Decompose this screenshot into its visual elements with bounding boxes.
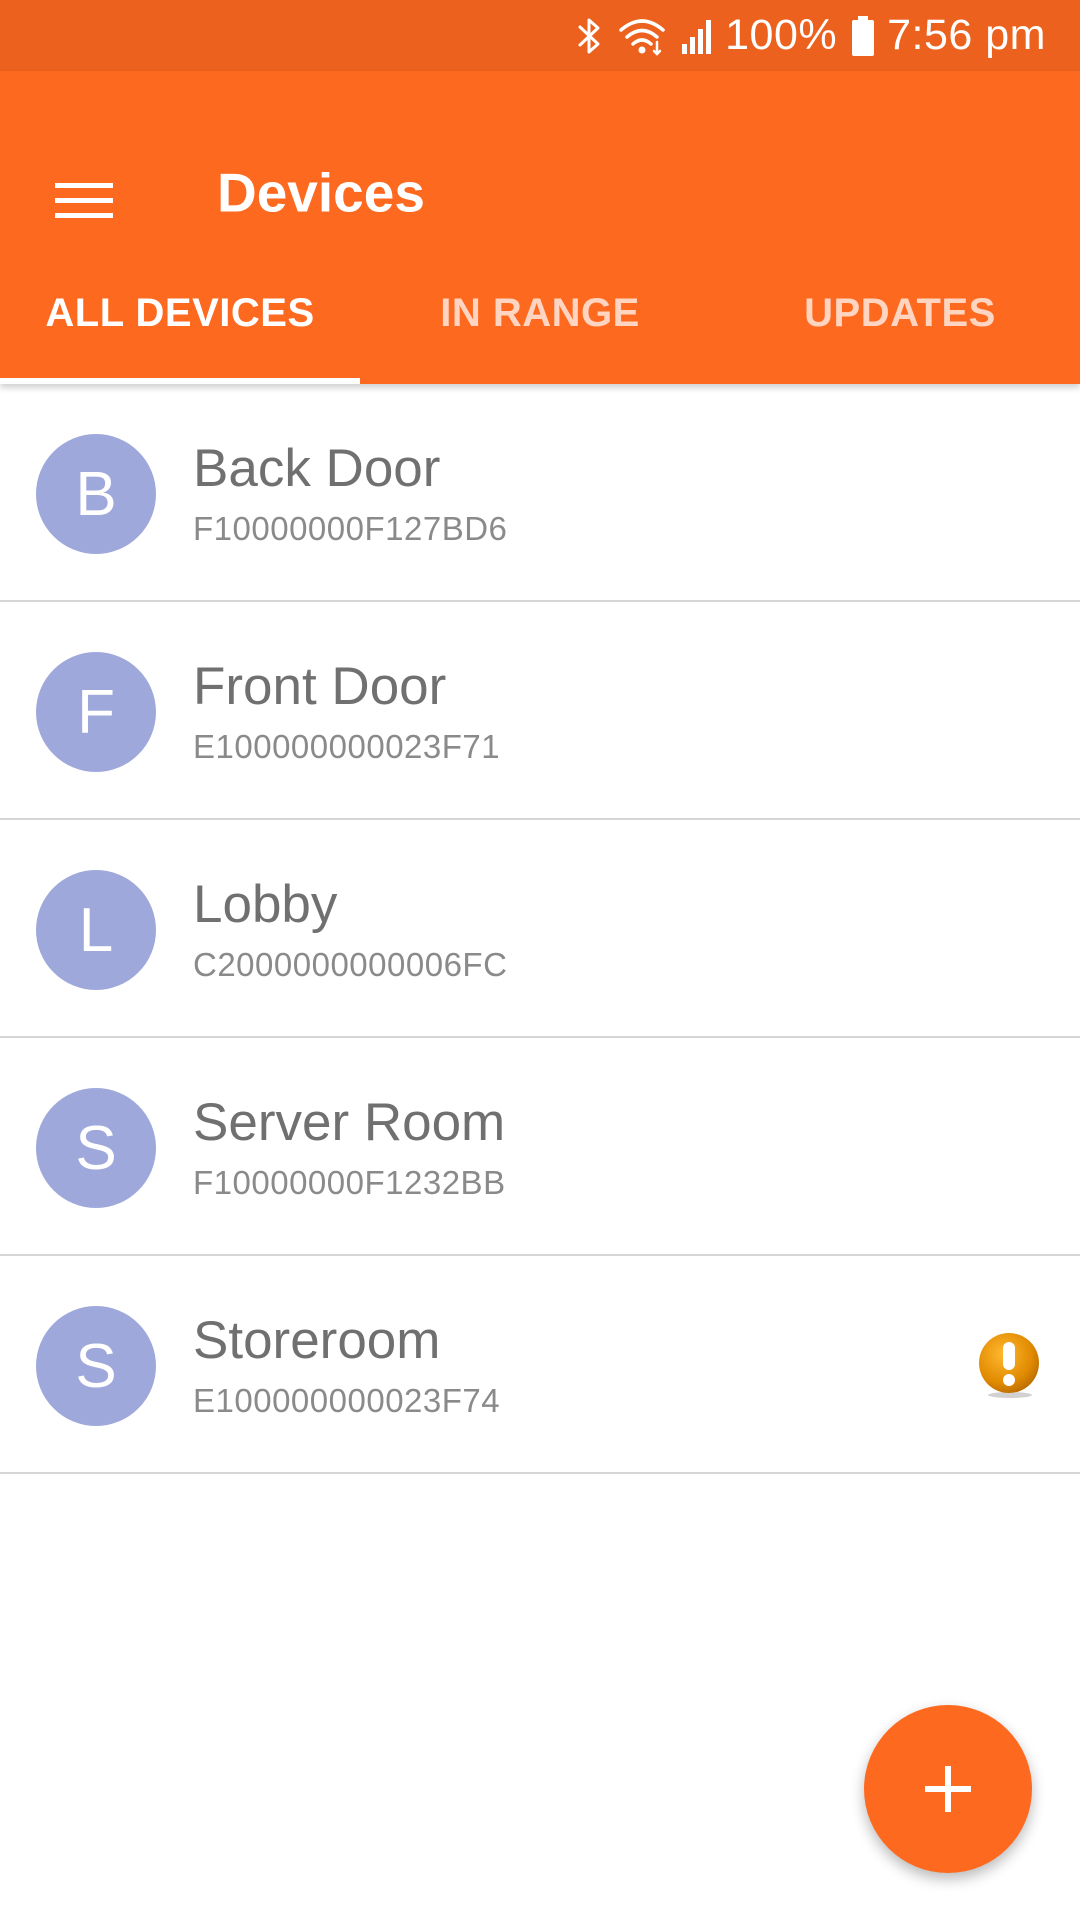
tab-updates[interactable]: UPDATES <box>720 249 1080 384</box>
alert-icon[interactable] <box>975 1331 1043 1399</box>
device-row-storeroom[interactable]: S Storeroom E100000000023F74 <box>0 1256 1080 1474</box>
device-name: Lobby <box>193 875 338 934</box>
plus-icon <box>925 1766 971 1812</box>
device-list: B Back Door F10000000F127BD6 F Front Doo… <box>0 384 1080 1474</box>
devices-screen: 100% 7:56 pm Devices ALL DEVICES IN RANG… <box>0 0 1080 1920</box>
wifi-icon <box>617 16 667 56</box>
add-device-button[interactable] <box>864 1705 1032 1873</box>
device-id: F10000000F127BD6 <box>193 510 508 547</box>
tab-label: IN RANGE <box>440 291 640 335</box>
avatar: F <box>36 652 156 772</box>
page-title: Devices <box>217 161 425 224</box>
avatar: S <box>36 1306 156 1426</box>
device-id: F10000000F1232BB <box>193 1164 506 1201</box>
battery-percent: 100% <box>725 11 838 59</box>
tab-bar: ALL DEVICES IN RANGE UPDATES <box>0 249 1080 384</box>
device-name: Server Room <box>193 1093 506 1152</box>
device-name: Back Door <box>193 439 441 498</box>
bluetooth-icon <box>577 16 603 56</box>
avatar: B <box>36 434 156 554</box>
device-name: Front Door <box>193 657 447 716</box>
tab-label: UPDATES <box>804 291 996 335</box>
cell-signal-icon <box>681 16 713 56</box>
device-row-front-door[interactable]: F Front Door E100000000023F71 <box>0 602 1080 820</box>
app-bar: Devices ALL DEVICES IN RANGE UPDATES <box>0 71 1080 384</box>
avatar: L <box>36 870 156 990</box>
tab-all-devices[interactable]: ALL DEVICES <box>0 249 360 384</box>
tab-label: ALL DEVICES <box>45 291 315 335</box>
hamburger-menu-icon <box>55 183 113 218</box>
avatar: S <box>36 1088 156 1208</box>
device-id: C2000000000006FC <box>193 946 508 983</box>
device-id: E100000000023F71 <box>193 728 501 765</box>
device-id: E100000000023F74 <box>193 1382 501 1419</box>
device-row-server-room[interactable]: S Server Room F10000000F1232BB <box>0 1038 1080 1256</box>
status-time: 7:56 pm <box>887 11 1046 59</box>
device-row-lobby[interactable]: L Lobby C2000000000006FC <box>0 820 1080 1038</box>
status-bar: 100% 7:56 pm <box>0 0 1080 71</box>
device-name: Storeroom <box>193 1311 441 1370</box>
device-row-back-door[interactable]: B Back Door F10000000F127BD6 <box>0 384 1080 602</box>
menu-button[interactable] <box>40 157 128 245</box>
tab-in-range[interactable]: IN RANGE <box>360 249 720 384</box>
battery-icon <box>851 15 875 57</box>
